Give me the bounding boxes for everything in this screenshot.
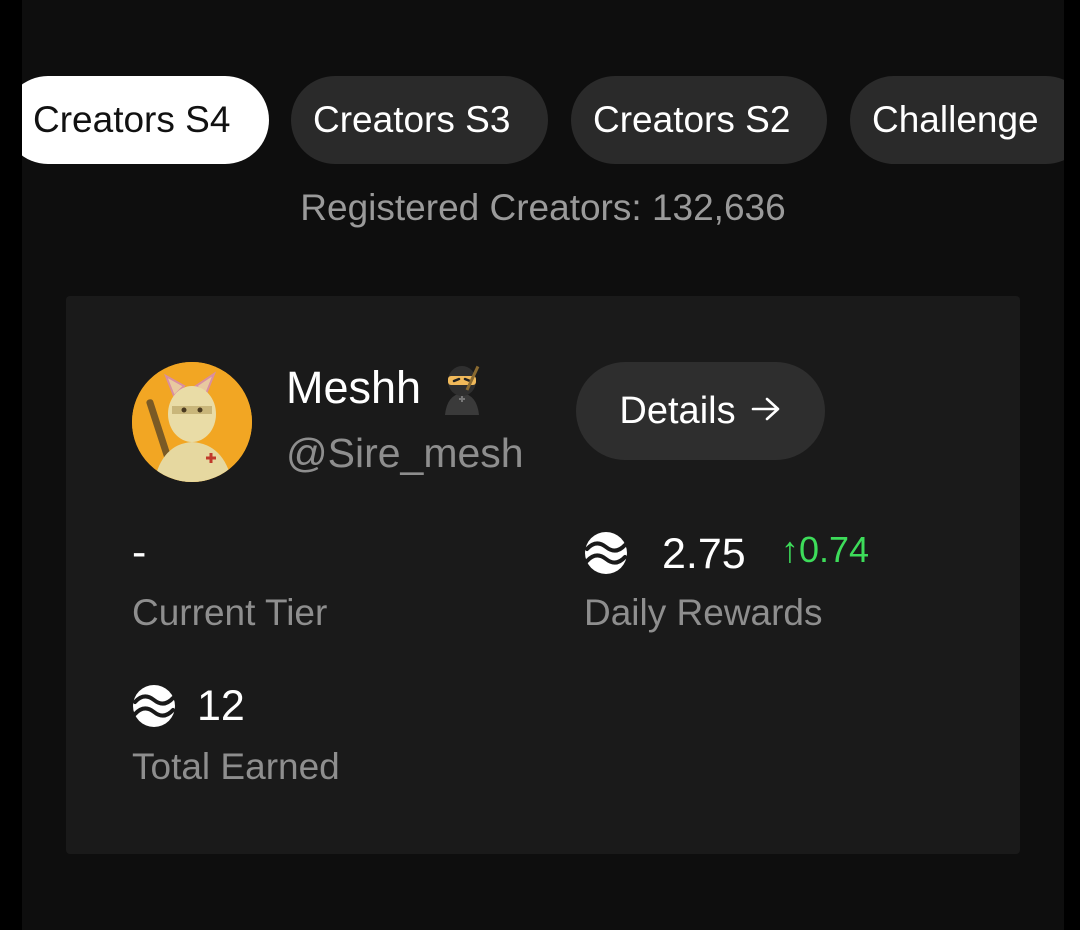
total-earned-value: 12 [197,682,245,730]
tab-creators-s2[interactable]: Creators S2 [571,76,827,164]
season-tabs: Creators S4 Creators S3 Creators S2 Chal… [22,76,1064,164]
daily-rewards-change: ↑0.74 [781,529,870,570]
tab-creators-s4[interactable]: Creators S4 [22,76,269,164]
avatar[interactable] [132,362,252,482]
token-icon [133,685,175,727]
token-icon [585,532,627,574]
tab-challenge[interactable]: Challenge [850,76,1064,164]
avatar-image [132,362,252,482]
ninja-icon [435,361,489,415]
tab-creators-s3[interactable]: Creators S3 [291,76,548,164]
profile-name-row: Meshh [286,358,489,418]
registered-creators-count: Registered Creators: 132,636 [300,187,786,228]
daily-rewards-label: Daily Rewards [584,592,823,633]
daily-rewards-value: 2.75 [662,530,746,578]
details-button[interactable]: Details [576,362,825,460]
profile-handle: @Sire_mesh [286,430,524,476]
current-tier-value: - [132,528,147,576]
creators-screen: Creators S4 Creators S3 Creators S2 Chal… [22,0,1064,930]
profile-name: Meshh [286,362,422,413]
total-earned-label: Total Earned [132,746,340,787]
creator-card: Meshh @Sire_mesh Details - Current Tier … [66,296,1020,854]
current-tier-label: Current Tier [132,592,328,633]
arrow-right-icon [750,393,782,429]
details-button-label: Details [619,390,736,432]
